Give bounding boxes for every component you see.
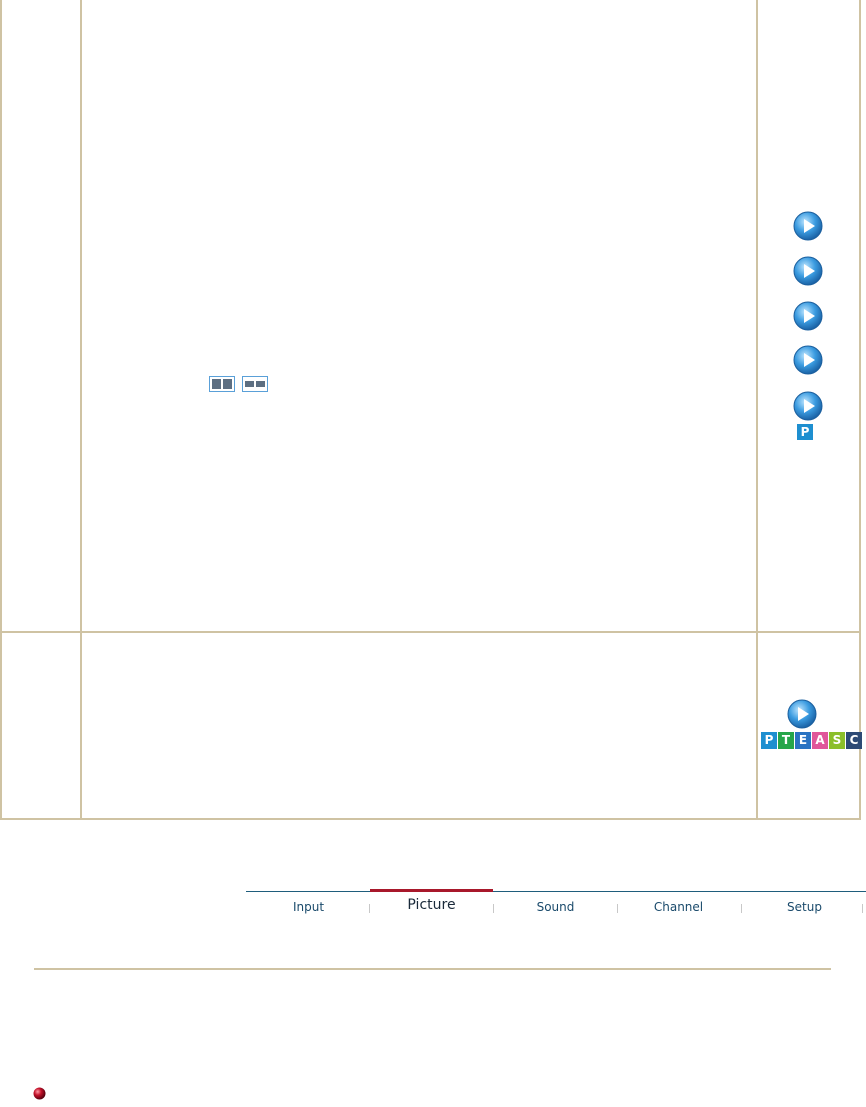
tab-channel[interactable]: Channel [617, 897, 740, 917]
split-screen-horizontal-icon [242, 376, 268, 392]
play-circle-icon[interactable] [793, 211, 823, 241]
t-badge: T [778, 732, 794, 749]
red-sphere-bullet-icon [33, 1087, 46, 1100]
s-badge: S [829, 732, 845, 749]
a-badge: A [812, 732, 828, 749]
split-screen-vertical-icon [209, 376, 235, 392]
play-circle-icon[interactable] [793, 391, 823, 421]
nav-separator [741, 904, 742, 913]
table-column-divider-2 [756, 0, 758, 820]
play-circle-icon[interactable] [793, 345, 823, 375]
play-circle-icon[interactable] [787, 699, 817, 729]
table-border-right [859, 0, 861, 820]
e-badge: E [795, 732, 811, 749]
p-badge: P [797, 424, 813, 440]
tab-picture[interactable]: Picture [370, 895, 493, 915]
tab-setup[interactable]: Setup [743, 897, 866, 917]
table-border-left [0, 0, 2, 820]
play-circle-icon[interactable] [793, 256, 823, 286]
nav-active-indicator [370, 889, 493, 892]
nav-separator [862, 904, 863, 913]
page: P P T E A S C Input Picture Sound Channe… [0, 0, 866, 1107]
section-divider [34, 968, 831, 970]
c-badge: C [846, 732, 862, 749]
p-badge: P [761, 732, 777, 749]
tab-input[interactable]: Input [247, 897, 370, 917]
pteasc-badges: P T E A S C [761, 732, 863, 749]
table-column-divider-1 [80, 0, 82, 820]
nav-top-line [246, 891, 866, 892]
table-border-bottom [0, 818, 861, 820]
tab-sound[interactable]: Sound [494, 897, 617, 917]
table-row-divider [0, 631, 861, 633]
play-circle-icon[interactable] [793, 301, 823, 331]
